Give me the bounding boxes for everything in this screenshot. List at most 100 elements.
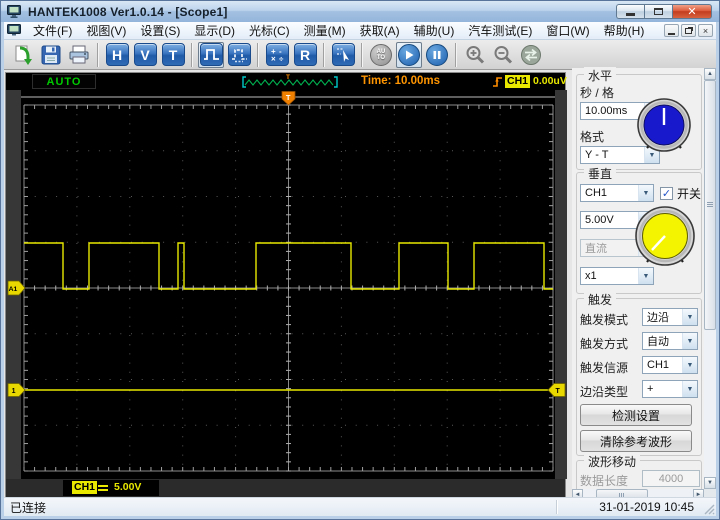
trigger-mode-select[interactable]: 边沿 ▼ [642,308,698,326]
save-button[interactable] [38,42,64,68]
chevron-down-icon: ▼ [682,333,697,349]
mdi-minimize-button[interactable] [664,24,679,37]
panel-vertical-scrollbar[interactable]: ▲ ▼ [704,68,716,489]
channel-badge: CH1 [72,481,98,494]
volts-value: 5.00V [585,214,614,226]
menu-cursor[interactable]: 光标(C) [242,21,297,40]
checkbox-check-icon: ✓ [660,187,673,200]
trigger-source-select[interactable]: CH1 ▼ [642,356,698,374]
zoom-out-button[interactable] [490,42,516,68]
pause-button[interactable] [424,42,450,68]
menu-display[interactable]: 显示(D) [187,21,242,40]
svg-text:T: T [286,93,291,102]
channel-value: CH1 [585,187,608,199]
connection-status: 已连接 [10,500,47,515]
trigger-group-title: 触发 [584,291,617,308]
math-operators-icon: + - × ÷ [265,43,289,66]
scope-display: AUTO T Time: 10.00ms CH1 0.00uV T A1 1 T CH… [5,72,567,498]
format-label: 格式 [580,130,605,144]
svg-text:×: × [271,55,276,64]
vertical-system-button[interactable]: V [132,42,158,68]
menu-acquire[interactable]: 获取(A) [353,21,407,40]
trigger-sweep-select[interactable]: 自动 ▼ [642,332,698,350]
t-icon: T [161,43,185,66]
edge-type-select[interactable]: + ▼ [642,380,698,398]
clear-reference-button[interactable]: 清除参考波形 [580,430,692,452]
refresh-swap-button[interactable] [518,42,544,68]
math-button[interactable]: + - × ÷ [264,42,290,68]
close-button[interactable]: ✕ [672,4,712,19]
normal-waveform-button[interactable] [198,41,224,68]
import-button[interactable] [10,42,36,68]
menu-file[interactable]: 文件(F) [26,21,79,40]
print-icon [69,45,89,63]
svg-text:1: 1 [12,388,16,395]
channel-select[interactable]: CH1 ▼ [580,184,654,202]
dc-coupling-icon [98,485,108,491]
dashed-wave-icon [227,43,251,66]
toolbar: H V T + - × ÷ R AU TO [4,40,716,70]
menu-help[interactable]: 帮助(H) [597,21,652,40]
channel-switch-checkbox[interactable]: ✓ 开关 [660,185,701,202]
minimize-icon [626,13,635,16]
preview-left-bracket [242,76,246,88]
run-button[interactable] [396,41,422,68]
record-preview[interactable]: T [238,73,342,89]
menu-settings[interactable]: 设置(S) [133,21,187,40]
trigger-mode-label: 触发模式 [580,313,629,327]
scroll-up-icon[interactable]: ▲ [704,68,716,80]
horizontal-system-button[interactable]: H [104,42,130,68]
trigger-edge-icon [493,77,502,87]
restore-icon [685,28,692,34]
mdi-close-button[interactable]: × [698,24,713,37]
scope-readout-bar: AUTO T Time: 10.00ms CH1 0.00uV [6,73,567,90]
svg-text:A1: A1 [9,286,18,293]
chevron-down-icon: ▼ [638,185,653,201]
scroll-down-icon[interactable]: ▼ [704,477,716,489]
app-icon [7,5,21,18]
zoom-in-icon [466,45,485,64]
menu-view[interactable]: 视图(V) [79,21,133,40]
square-wave-icon [199,43,223,66]
vertical-group-title: 垂直 [584,165,617,182]
menu-window[interactable]: 窗口(W) [539,21,596,40]
zoom-out-icon [494,45,513,64]
print-button[interactable] [66,42,92,68]
probe-value: x1 [585,270,597,282]
toolbar-separator [361,42,363,67]
menu-utility[interactable]: 辅助(U) [407,21,462,40]
trigger-system-button[interactable]: T [160,42,186,68]
close-icon: ✕ [687,6,697,18]
trigger-mode-value: 边沿 [647,312,669,324]
auto-label-bottom: TO [376,54,386,61]
h-icon: H [105,43,129,66]
reference-button[interactable]: R [292,42,318,68]
timebase-readout: Time: 10.00ms [361,75,441,87]
detect-settings-button[interactable]: 检测设置 [580,404,692,426]
maximize-icon [654,8,663,15]
vertical-scroll-thumb[interactable] [704,80,716,330]
horizontal-knob[interactable] [634,96,694,156]
channel-info-bar: CH1 5.00V [6,479,565,498]
data-length-label: 数据长度 [580,474,629,488]
minimize-button[interactable] [616,4,644,19]
status-bar: 已连接 31-01-2019 10:45 [4,497,716,516]
pause-icon [426,43,448,66]
window-title: HANTEK1008 Ver1.0.14 - [Scope1] [28,4,228,19]
statusbar-divider [556,500,558,514]
mdi-restore-button[interactable] [681,24,696,37]
autoset-button[interactable]: AU TO [368,42,394,68]
edge-type-label: 边沿类型 [580,385,629,399]
maximize-button[interactable] [644,4,672,19]
cursor-measure-button[interactable] [330,42,356,68]
cursor-arrow-icon [331,43,355,66]
menu-measure[interactable]: 测量(M) [297,21,353,40]
volts-per-div-readout: 5.00V [114,481,142,493]
svg-text:÷: ÷ [279,55,284,64]
resize-grip[interactable] [703,503,715,515]
reference-waveform-button[interactable] [226,42,252,68]
vertical-knob[interactable] [632,204,698,270]
menu-auto-test[interactable]: 汽车测试(E) [461,21,539,40]
trigger-source-badge: CH1 [505,75,531,88]
zoom-in-button[interactable] [462,42,488,68]
